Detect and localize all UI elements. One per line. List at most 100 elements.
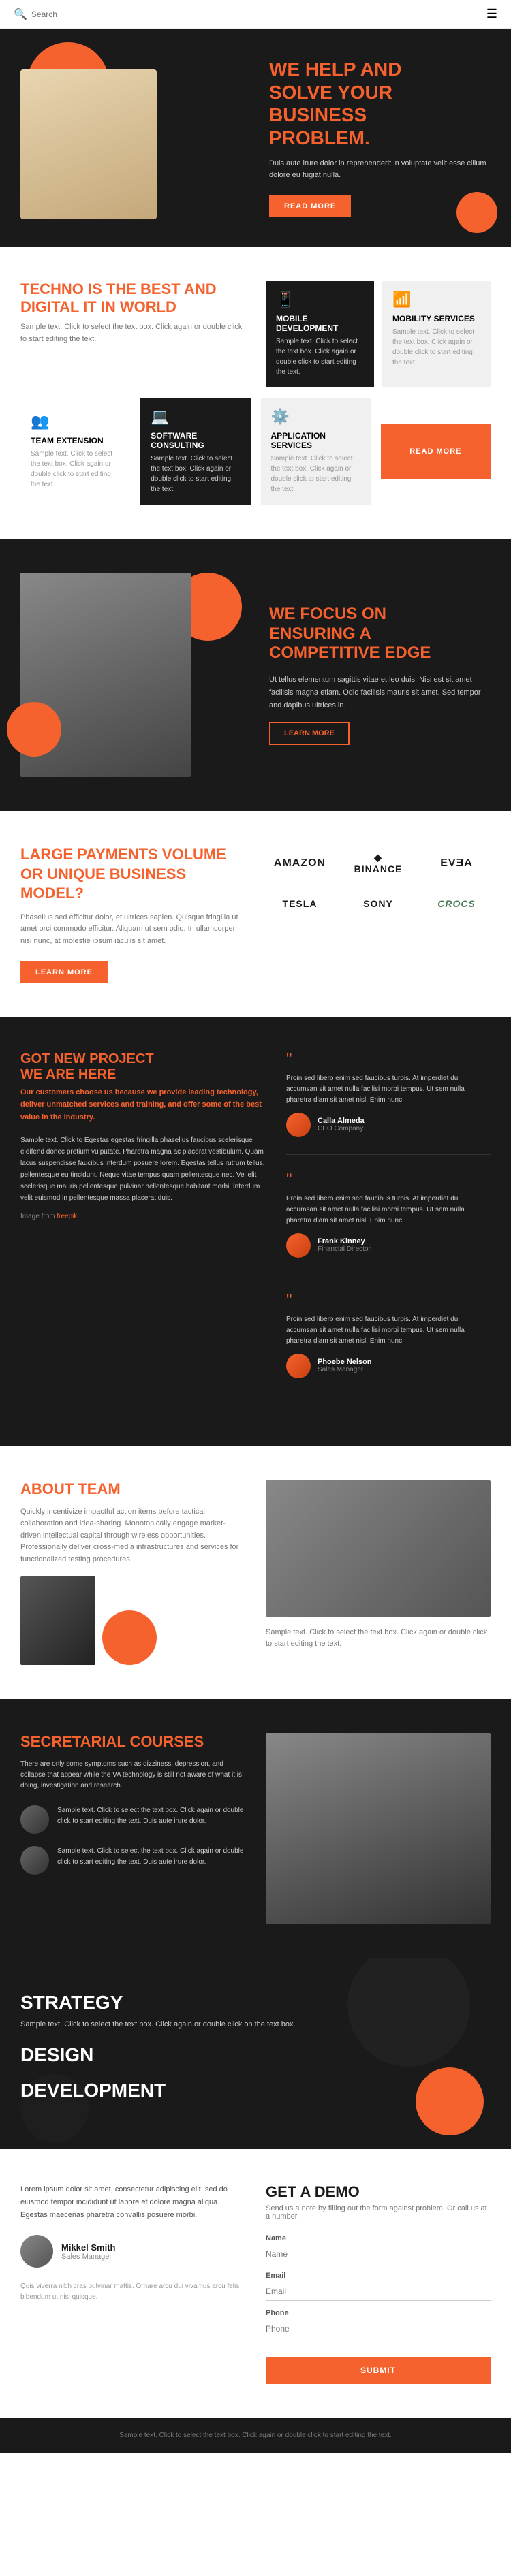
team-icon: 👥 — [31, 413, 120, 430]
brands-learn-more-button[interactable]: LEARN MORE — [20, 961, 108, 983]
secretarial-inner: SECRETARIAL COURSES There are only some … — [20, 1733, 491, 1924]
search-icon: 🔍 — [14, 7, 27, 21]
person-avatar-1 — [20, 1805, 49, 1834]
form-phone-input[interactable] — [266, 2320, 491, 2338]
about-section: ABOUT TEAM Quickly incentivize impactful… — [0, 1446, 511, 1699]
project-subtitle: Our customers choose us because we provi… — [20, 1086, 266, 1124]
testimonial-1-author: Calla Almeda CEO Company — [286, 1113, 491, 1137]
hero-person-figure — [20, 69, 157, 219]
hamburger-icon[interactable]: ☰ — [486, 7, 497, 21]
about-body: Sample text. Click to select the text bo… — [266, 1627, 491, 1651]
person-text-2: Sample text. Click to select the text bo… — [57, 1846, 245, 1868]
demo-left-text: Lorem ipsum dolor sit amet, consectetur … — [20, 2183, 245, 2221]
hero-section: WE HELP AND SOLVE YOUR BUSINESS PROBLEM.… — [0, 29, 511, 247]
author-avatar-2 — [286, 1233, 311, 1258]
form-name-label: Name — [266, 2234, 491, 2242]
service-app-title: Application Services — [271, 431, 360, 450]
hero-image — [20, 69, 157, 219]
brand-tesla: TESLA — [266, 891, 334, 916]
demo-section: Lorem ipsum dolor sit amet, consectetur … — [0, 2149, 511, 2418]
testimonial-3-text: Proin sed libero enim sed faucibus turpi… — [286, 1314, 491, 1347]
quote-icon-1: " — [286, 1051, 491, 1068]
hero-small-circle — [456, 192, 497, 233]
service-mobile-dev-desc: Sample text. Click to select the text bo… — [276, 336, 364, 377]
secretarial-building-image — [266, 1733, 491, 1924]
project-inner: GOT NEW PROJECT WE ARE HERE Our customer… — [20, 1051, 491, 1412]
person-text-1: Sample text. Click to select the text bo… — [57, 1805, 245, 1827]
strategy-section: STRATEGY Sample text. Click to select th… — [0, 1958, 511, 2150]
software-icon: 💻 — [151, 408, 240, 426]
form-submit-button[interactable]: SUBMIT — [266, 2357, 491, 2384]
read-more-button[interactable]: READ MORE — [381, 424, 491, 479]
service-mobility-desc: Sample text. Click to select the text bo… — [392, 327, 480, 368]
testimonial-2: " Proin sed libero enim sed faucibus tur… — [286, 1172, 491, 1275]
brand-evga: EVƎA — [422, 850, 491, 876]
service-software-consulting[interactable]: 💻 Software Consulting Sample text. Click… — [140, 398, 250, 505]
brands-left: LARGE PAYMENTS VOLUME OR UNIQUE BUSINESS… — [20, 845, 245, 983]
footer: Sample text. Click to select the text bo… — [0, 2418, 511, 2453]
testimonial-3: " Proin sed libero enim sed faucibus tur… — [286, 1292, 491, 1395]
about-description: Quickly incentivize impactful action ite… — [20, 1506, 245, 1566]
demo-author: Mikkel Smith Sales Manager — [20, 2235, 245, 2268]
project-left: GOT NEW PROJECT WE ARE HERE Our customer… — [20, 1051, 266, 1412]
service-mobility[interactable]: 📶 Mobility Services Sample text. Click t… — [382, 281, 491, 387]
strategy-item-2[interactable]: DESIGN — [20, 2044, 491, 2066]
mobility-icon: 📶 — [392, 291, 480, 308]
form-name-group: Name — [266, 2234, 491, 2263]
author-name-3: Phoebe Nelson — [318, 1358, 371, 1366]
author-avatar-1 — [286, 1113, 311, 1137]
service-team-title: Team Extension — [31, 436, 120, 445]
strategy-label-2: DESIGN — [20, 2044, 491, 2066]
secretarial-title: SECRETARIAL COURSES — [20, 1733, 245, 1751]
author-info-3: Phoebe Nelson Sales Manager — [318, 1358, 371, 1373]
demo-extra-text: Quis viverra nibh cras pulvinar mattis. … — [20, 2281, 245, 2303]
hero-left — [20, 56, 242, 219]
service-team-desc: Sample text. Click to select the text bo… — [31, 449, 120, 490]
about-title: ABOUT TEAM — [20, 1480, 245, 1498]
testimonial-1-text: Proin sed libero enim sed faucibus turpi… — [286, 1073, 491, 1106]
freepik-link[interactable]: freepik — [57, 1213, 77, 1220]
project-section: GOT NEW PROJECT WE ARE HERE Our customer… — [0, 1017, 511, 1446]
nav-search-area[interactable]: 🔍 — [14, 7, 137, 21]
author-info-2: Frank Kinney Financial Director — [318, 1237, 371, 1253]
strategy-desc-1: Sample text. Click to select the text bo… — [20, 2019, 491, 2031]
author-role-1: CEO Company — [318, 1125, 365, 1132]
author-role-3: Sales Manager — [318, 1366, 371, 1373]
brand-amazon: amazon — [266, 850, 334, 876]
service-application[interactable]: ⚙️ Application Services Sample text. Cli… — [261, 398, 371, 505]
about-left: ABOUT TEAM Quickly incentivize impactful… — [20, 1480, 245, 1665]
hero-title: WE HELP AND SOLVE YOUR BUSINESS PROBLEM. — [269, 58, 491, 149]
techno-description: Sample text. Click to select the text bo… — [20, 321, 245, 345]
demo-title: GET A DEMO — [266, 2183, 491, 2201]
navbar: 🔍 ☰ — [0, 0, 511, 29]
strategy-orange-blob — [416, 2067, 484, 2135]
form-email-group: Email — [266, 2272, 491, 2301]
form-phone-group: Phone — [266, 2309, 491, 2338]
strategy-item-1[interactable]: STRATEGY Sample text. Click to select th… — [20, 1992, 491, 2031]
search-input[interactable] — [31, 10, 137, 19]
app-icon: ⚙️ — [271, 408, 360, 426]
project-right: " Proin sed libero enim sed faucibus tur… — [286, 1051, 491, 1412]
project-title: GOT NEW PROJECT WE ARE HERE — [20, 1051, 266, 1083]
testimonial-2-author: Frank Kinney Financial Director — [286, 1233, 491, 1258]
service-software-title: Software Consulting — [151, 431, 240, 450]
testimonial-1: " Proin sed libero enim sed faucibus tur… — [286, 1051, 491, 1155]
hero-right: WE HELP AND SOLVE YOUR BUSINESS PROBLEM.… — [256, 58, 491, 217]
demo-author-name: Mikkel Smith — [61, 2242, 115, 2253]
focus-cta-button[interactable]: LEARN MORE — [269, 722, 350, 745]
secretarial-section: SECRETARIAL COURSES There are only some … — [0, 1699, 511, 1958]
form-email-input[interactable] — [266, 2283, 491, 2301]
focus-description: Ut tellus elementum sagittis vitae et le… — [269, 673, 491, 712]
secretarial-right — [266, 1733, 491, 1924]
service-app-desc: Sample text. Click to select the text bo… — [271, 454, 360, 494]
focus-title: WE FOCUS ON ENSURING A COMPETITIVE EDGE — [269, 605, 491, 663]
form-name-input[interactable] — [266, 2245, 491, 2263]
bottom-services-grid: 👥 Team Extension Sample text. Click to s… — [20, 398, 491, 505]
service-mobile-dev[interactable]: 📱 Mobile Development Sample text. Click … — [266, 281, 374, 387]
brands-description: Phasellus sed efficitur dolor, et ultric… — [20, 912, 245, 948]
project-image-credit: Image from freepik — [20, 1211, 266, 1222]
service-team-extension[interactable]: 👥 Team Extension Sample text. Click to s… — [20, 402, 130, 500]
hero-cta-button[interactable]: READ MORE — [269, 195, 351, 217]
demo-author-role: Sales Manager — [61, 2253, 115, 2261]
top-services-grid: 📱 Mobile Development Sample text. Click … — [266, 281, 491, 387]
